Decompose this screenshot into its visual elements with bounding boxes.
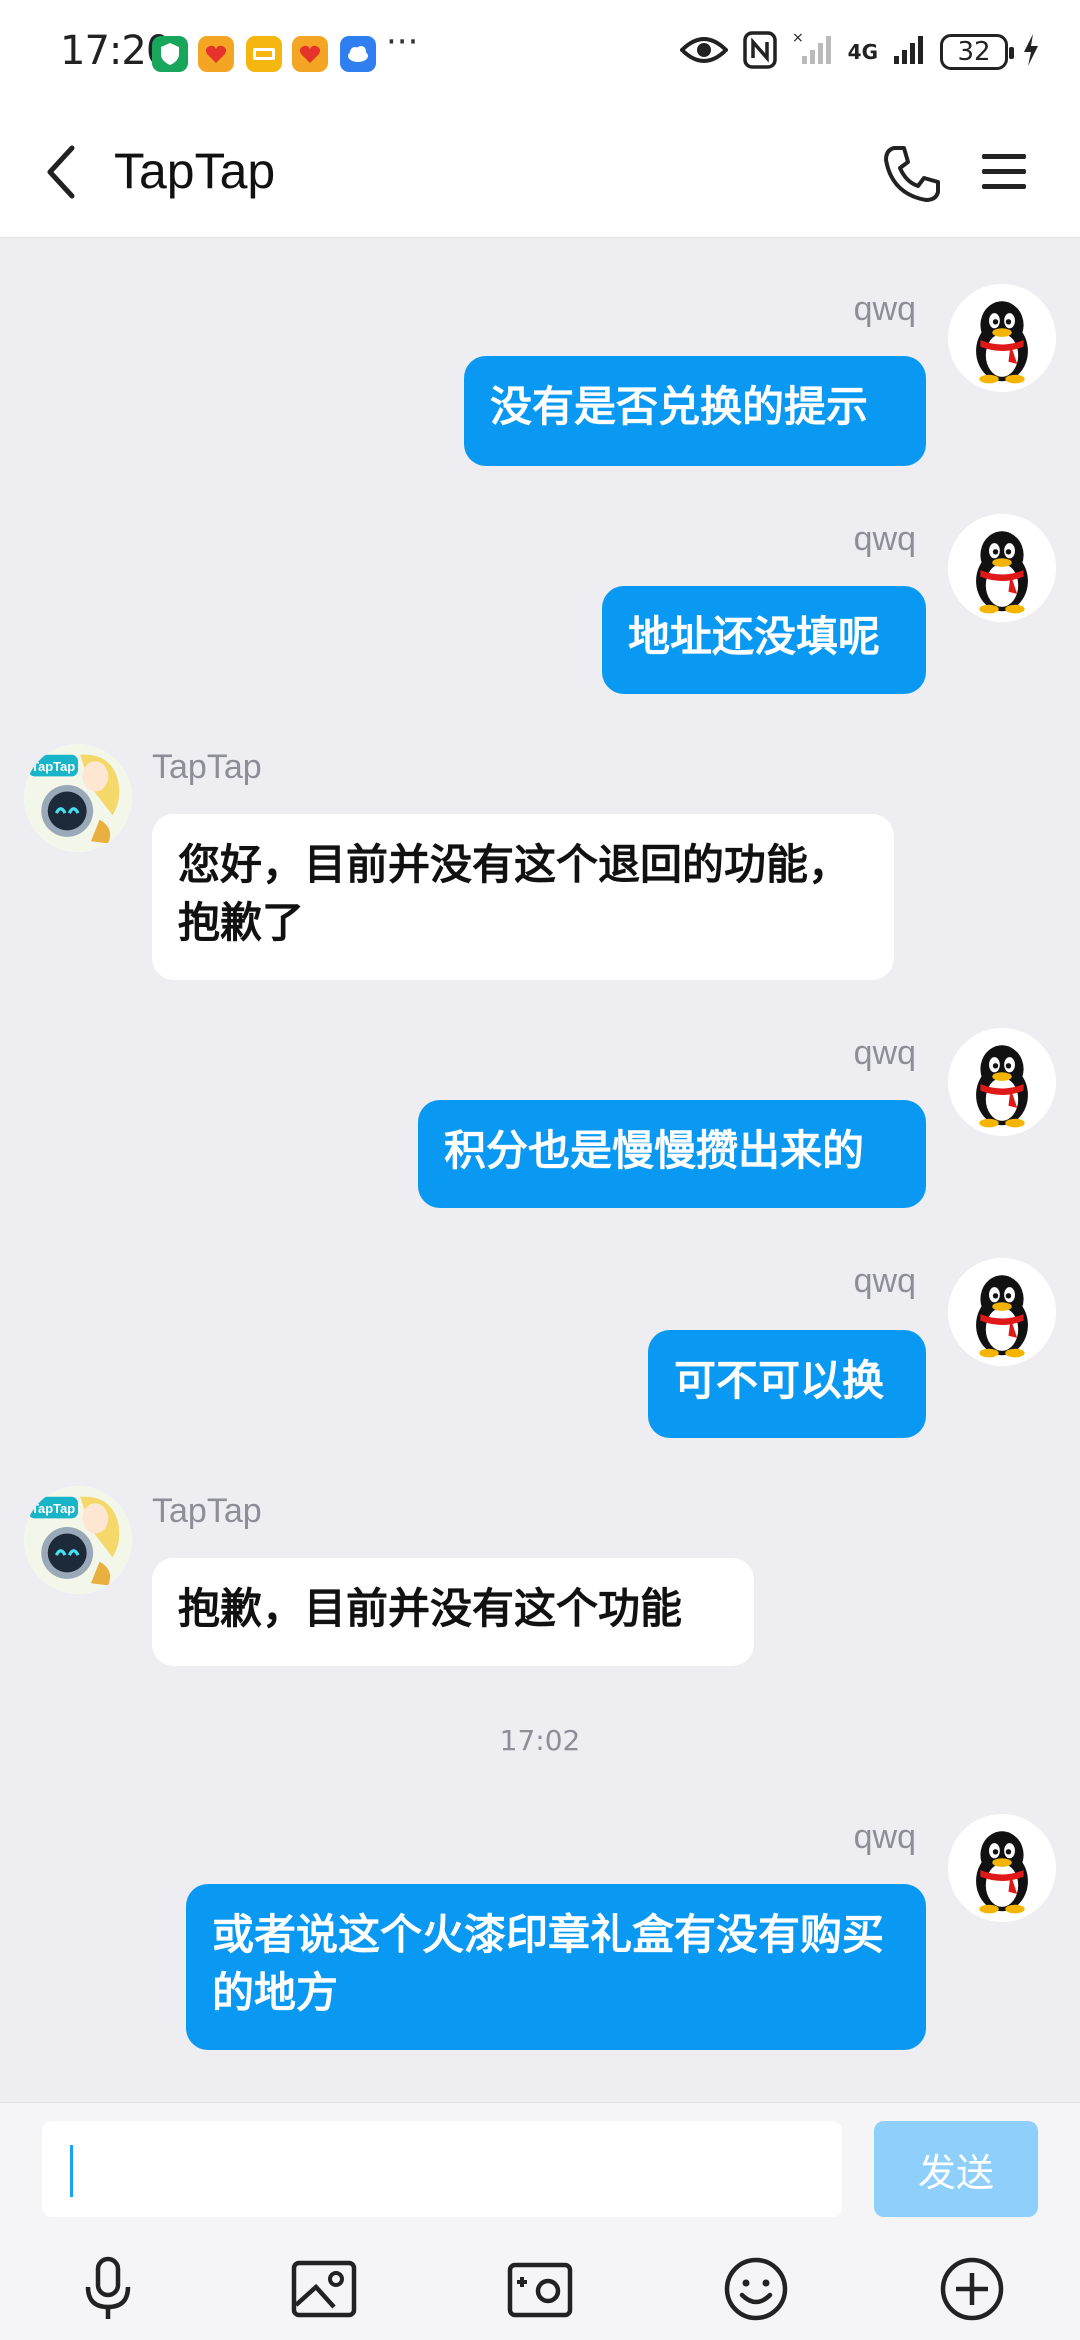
sender-name: qwq	[853, 290, 916, 328]
heart-app-icon	[198, 36, 234, 72]
message-bubble-outgoing[interactable]: 可不可以换	[648, 1330, 926, 1438]
emoji-icon	[724, 2257, 788, 2321]
text-cursor	[70, 2145, 73, 2197]
shield-app-icon	[152, 36, 188, 72]
status-bar: 17:20 ··· × 4G 32	[0, 0, 1080, 104]
back-button[interactable]	[30, 140, 90, 204]
microphone-icon	[85, 2256, 131, 2319]
sender-name: qwq	[853, 520, 916, 558]
nfc-icon	[742, 30, 778, 74]
send-button[interactable]: 发送	[874, 2121, 1038, 2217]
camera-button[interactable]	[504, 2253, 576, 2325]
menu-button[interactable]	[976, 144, 1032, 200]
taptap-avatar[interactable]	[24, 744, 132, 852]
chat-header: TapTap	[0, 104, 1080, 238]
sender-name: TapTap	[152, 748, 262, 786]
taptap-avatar[interactable]	[24, 1486, 132, 1594]
chat-title: TapTap	[114, 143, 276, 199]
signal-sim1-icon: ×	[792, 30, 834, 74]
phone-icon	[884, 146, 940, 202]
plus-icon	[940, 2257, 1004, 2321]
user-avatar[interactable]	[948, 1258, 1056, 1366]
eye-icon	[678, 30, 729, 74]
message-timestamp: 17:02	[499, 1724, 581, 1757]
sender-name: qwq	[853, 1034, 916, 1072]
camera-icon	[507, 2262, 573, 2318]
ticket-app-icon	[246, 36, 282, 72]
battery-icon: 32	[940, 34, 1014, 70]
image-icon	[291, 2260, 357, 2318]
network-label: 4G	[847, 40, 878, 64]
composer-bar: 发送	[0, 2102, 1080, 2340]
message-bubble-incoming[interactable]: 抱歉，目前并没有这个功能	[152, 1558, 754, 1666]
user-avatar[interactable]	[948, 1028, 1056, 1136]
message-input[interactable]	[42, 2121, 842, 2217]
signal-sim2-icon	[892, 30, 926, 74]
sender-name: qwq	[853, 1262, 916, 1300]
status-right: × 4G 32	[678, 28, 1040, 76]
message-bubble-incoming[interactable]: 您好，目前并没有这个退回的功能，抱歉了	[152, 814, 894, 980]
charging-icon	[1022, 32, 1040, 72]
more-notifications-icon: ···	[386, 22, 419, 62]
sender-name: TapTap	[152, 1492, 262, 1530]
network-type: 4G	[848, 42, 878, 62]
battery-level: 32	[957, 37, 991, 67]
hamburger-menu-icon	[982, 154, 1026, 189]
call-button[interactable]	[880, 142, 944, 206]
emoji-button[interactable]	[720, 2253, 792, 2325]
svg-text:×: ×	[792, 30, 804, 46]
user-avatar[interactable]	[948, 284, 1056, 392]
message-bubble-outgoing[interactable]: 没有是否兑换的提示	[464, 356, 926, 466]
plus-button[interactable]	[936, 2253, 1008, 2325]
user-avatar[interactable]	[948, 1814, 1056, 1922]
message-bubble-outgoing[interactable]: 积分也是慢慢攒出来的	[418, 1100, 926, 1208]
message-bubble-outgoing[interactable]: 地址还没填呢	[602, 586, 926, 694]
chevron-left-icon	[47, 145, 75, 199]
sender-name: qwq	[853, 1818, 916, 1856]
cloud-app-icon	[340, 36, 376, 72]
microphone-button[interactable]	[72, 2253, 144, 2325]
message-bubble-outgoing[interactable]: 或者说这个火漆印章礼盒有没有购买的地方	[186, 1884, 926, 2050]
user-avatar[interactable]	[948, 514, 1056, 622]
image-button[interactable]	[288, 2253, 360, 2325]
heart-app-icon-2	[292, 36, 328, 72]
